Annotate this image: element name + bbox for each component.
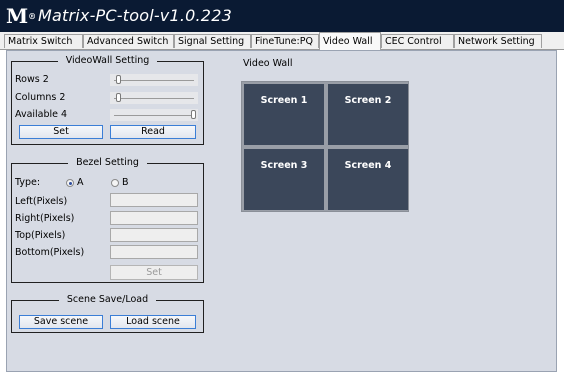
- columns-value: 2: [59, 92, 66, 103]
- scene-title: Scene Save/Load: [58, 294, 157, 305]
- rows-value: 2: [42, 74, 49, 85]
- top-pixels-field[interactable]: [110, 228, 198, 242]
- videowall-setting-title: VideoWall Setting: [57, 55, 158, 66]
- read-button[interactable]: Read: [110, 125, 196, 139]
- available-value: 4: [61, 109, 68, 120]
- right-pixels-label: Right(Pixels): [15, 213, 75, 224]
- rows-slider-thumb[interactable]: [115, 75, 121, 84]
- video-wall-grid: Screen 1 Screen 2 Screen 3 Screen 4: [241, 81, 409, 212]
- app-title: Matrix-PC-tool-v1.0.223: [38, 6, 232, 25]
- type-a-radio[interactable]: [66, 179, 74, 187]
- top-pixels-label: Top(Pixels): [15, 230, 66, 241]
- set-bezel-button[interactable]: Set: [110, 265, 198, 280]
- type-b-label: B: [122, 177, 129, 188]
- columns-slider-thumb[interactable]: [115, 93, 121, 102]
- set-wall-button[interactable]: Set: [19, 125, 103, 139]
- type-label: Type:: [15, 177, 41, 188]
- tab-bar: Matrix Switch Advanced Switch Signal Set…: [0, 32, 564, 50]
- video-wall-title: Video Wall: [243, 58, 293, 69]
- available-slider-thumb[interactable]: [191, 110, 196, 119]
- title-bar: M® Matrix-PC-tool-v1.0.223: [0, 0, 564, 32]
- columns-slider[interactable]: [110, 92, 198, 104]
- screen-4[interactable]: Screen 4: [328, 149, 408, 210]
- rows-label: Rows 2: [15, 74, 49, 85]
- tab-finetune-pq[interactable]: FineTune:PQ: [251, 34, 319, 48]
- screen-1[interactable]: Screen 1: [244, 84, 324, 145]
- tab-cec-control[interactable]: CEC Control: [381, 34, 454, 48]
- bezel-setting-group: Bezel Setting Type: A B Left(Pixels) Rig…: [11, 157, 204, 283]
- tab-network-setting[interactable]: Network Setting: [454, 34, 542, 48]
- available-slider[interactable]: [110, 109, 198, 121]
- video-wall-panel: VideoWall Setting Rows 2 Columns 2 Avail…: [6, 50, 557, 372]
- videowall-setting-group: VideoWall Setting Rows 2 Columns 2 Avail…: [11, 55, 204, 145]
- app-logo: M®: [6, 4, 37, 28]
- screen-3[interactable]: Screen 3: [244, 149, 324, 210]
- right-pixels-field[interactable]: [110, 211, 198, 225]
- load-scene-button[interactable]: Load scene: [110, 315, 196, 329]
- tab-video-wall[interactable]: Video Wall: [319, 32, 381, 50]
- type-b-radio[interactable]: [111, 179, 119, 187]
- bottom-pixels-label: Bottom(Pixels): [15, 247, 85, 258]
- available-label: Available 4: [15, 109, 68, 120]
- tab-signal-setting[interactable]: Signal Setting: [174, 34, 251, 48]
- bottom-pixels-field[interactable]: [110, 245, 198, 259]
- scene-group: Scene Save/Load Save scene Load scene: [11, 294, 204, 333]
- columns-label: Columns 2: [15, 92, 66, 103]
- save-scene-button[interactable]: Save scene: [19, 315, 103, 329]
- tab-matrix-switch[interactable]: Matrix Switch: [4, 34, 83, 48]
- bezel-setting-title: Bezel Setting: [68, 157, 147, 168]
- tab-advanced-switch[interactable]: Advanced Switch: [83, 34, 174, 48]
- left-pixels-field[interactable]: [110, 193, 198, 207]
- left-pixels-label: Left(Pixels): [15, 196, 68, 207]
- rows-slider[interactable]: [110, 74, 198, 86]
- type-a-label: A: [77, 177, 84, 188]
- screen-2[interactable]: Screen 2: [328, 84, 408, 145]
